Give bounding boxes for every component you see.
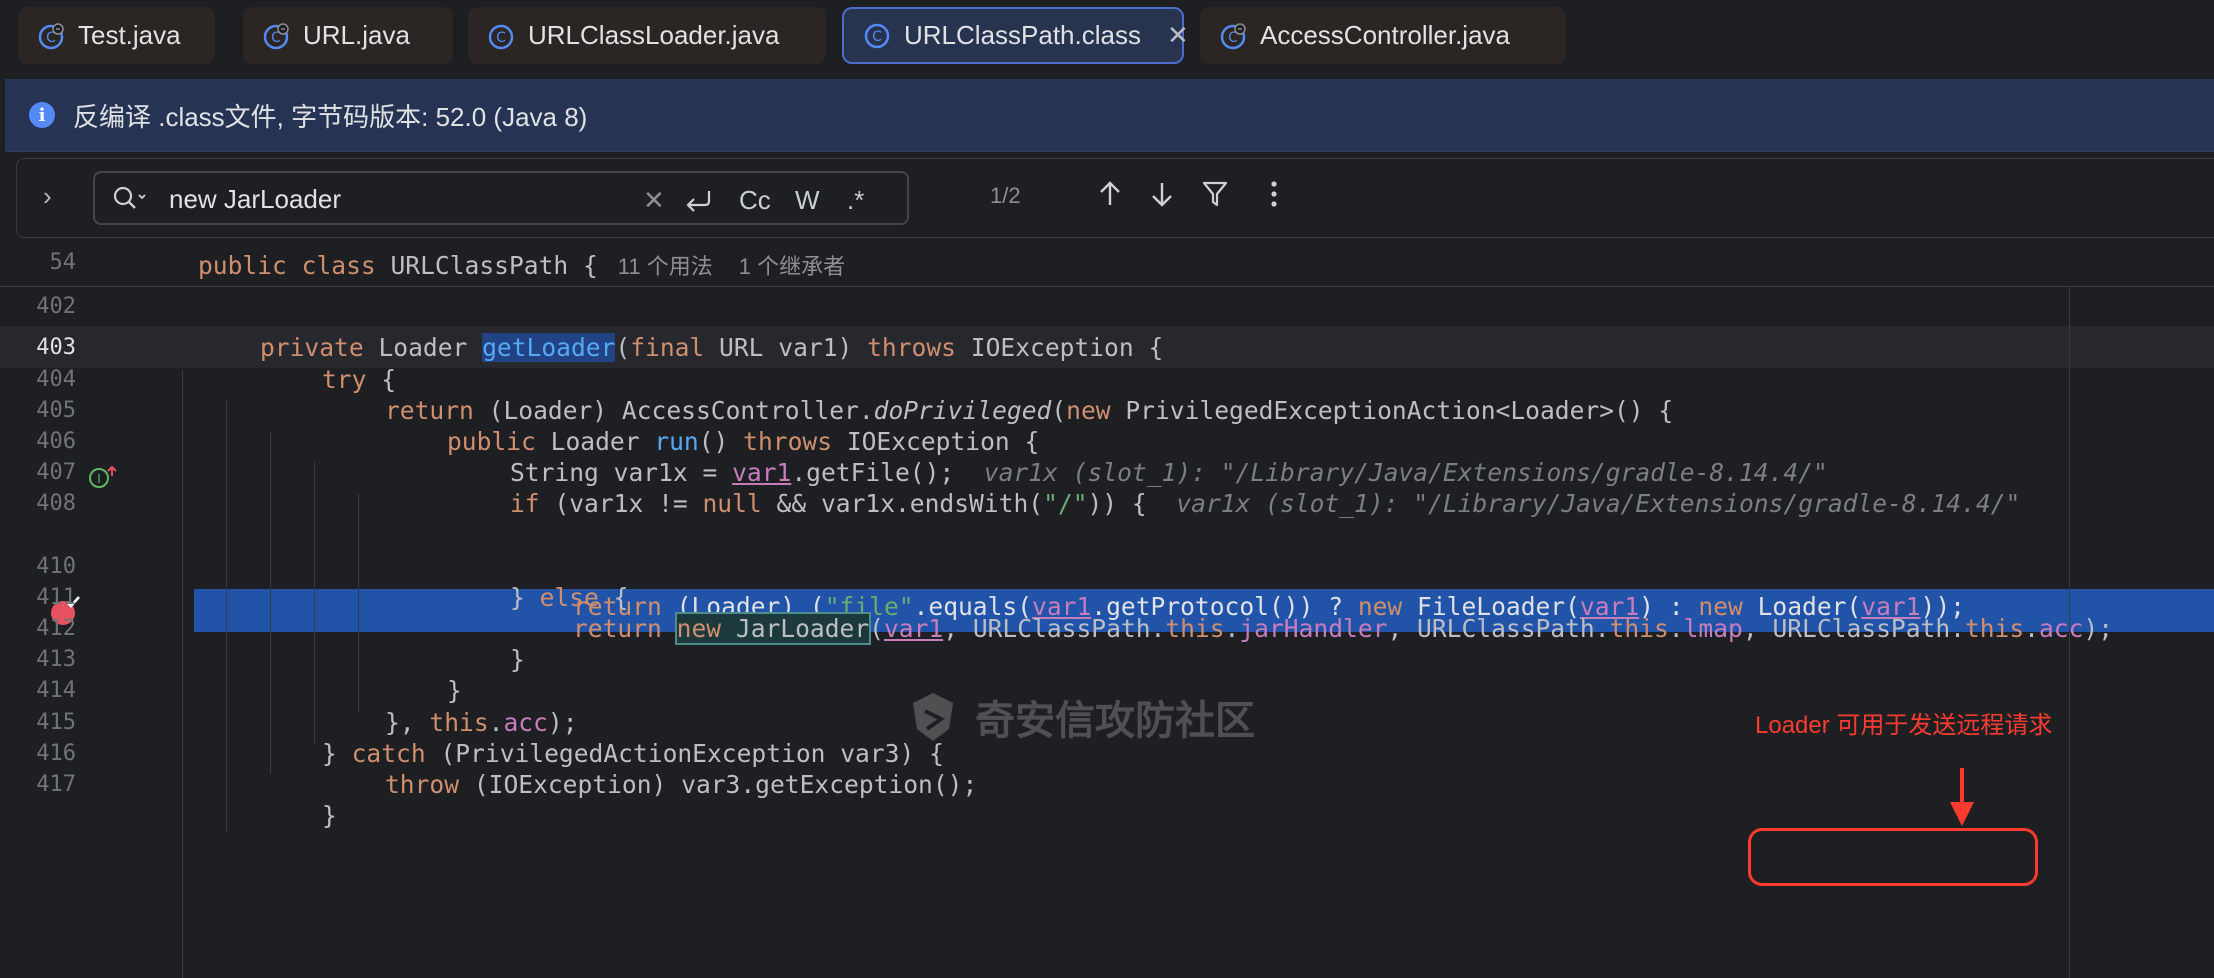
indent-guide [226,400,227,832]
code-line-415[interactable]: } catch (PrivilegedActionException var3)… [322,739,944,768]
svg-text:I: I [97,472,101,486]
indent-guide [182,370,183,978]
line-number: 415 [36,710,76,735]
inline-value-hint: var1x (slot_1): "/Library/Java/Extension… [983,458,1828,487]
line-number: 404 [36,367,76,392]
regex-button[interactable]: .* [847,185,864,216]
inheritors-hint[interactable]: 1 个继承者 [739,254,845,279]
search-history-icon[interactable] [111,184,151,214]
next-occurrence-icon[interactable] [1149,179,1175,209]
annotation-arrow-icon [1950,768,1974,826]
words-button[interactable]: W [795,185,820,216]
line-number: 406 [36,429,76,454]
watermark: 奇安信攻防社区 [905,688,1255,746]
code-line-414[interactable]: }, this.acc); [385,708,578,737]
line-number: 416 [36,741,76,766]
code-line-411[interactable]: return new JarLoader(var1, URLClassPath.… [573,612,2113,645]
indent-guide [270,432,271,774]
tab-accesscontroller-java[interactable]: C AccessController.java [1200,7,1566,64]
clear-search-icon[interactable]: ✕ [643,185,665,216]
more-options-icon[interactable] [1269,179,1279,209]
sticky-header-separator [0,286,2214,287]
class-file-icon: C [864,23,890,48]
tab-label: URLClassLoader.java [528,20,780,50]
sticky-class-header[interactable]: public class URLClassPath {11 个用法 1 个继承者 [198,249,845,281]
code-line-404[interactable]: try { [322,365,396,394]
java-class-icon: C [488,24,514,49]
line-number: 54 [49,250,77,275]
watermark-logo-icon [913,693,953,741]
svg-text:C: C [496,30,506,46]
previous-occurrence-icon[interactable] [1097,179,1123,209]
code-line-412[interactable]: } [510,645,525,674]
tab-urlclasspath-class[interactable]: C URLClassPath.class ✕ [842,7,1189,64]
code-editor[interactable]: 54 402 403 404 405 406 407 408 410 411 4… [0,240,2214,978]
banner-text: 反编译 .class文件, 字节码版本: 52.0 (Java 8) [73,101,588,132]
line-number: 417 [36,772,76,797]
indent-guide [314,462,315,744]
code-line-403[interactable]: private Loader getLoader(final URL var1)… [260,333,1163,362]
code-line-408[interactable]: if (var1x != null && var1x.endsWith("/")… [510,489,2020,518]
line-number-gutter[interactable]: 54 402 403 404 405 406 407 408 410 411 4… [0,240,138,978]
code-line-406[interactable]: public Loader run() throws IOException { [447,427,1039,456]
match-count: 1/2 [990,183,1021,208]
annotation-note: Loader 可用于发送远程请求 [1755,712,2053,739]
tab-test-java[interactable]: C Test.java [18,7,215,64]
java-class-icon: C [263,22,289,49]
implements-method-icon[interactable]: I [88,464,118,490]
annotation-highlight-box [1748,828,2038,886]
code-line-416[interactable]: throw (IOException) var3.getException(); [385,770,977,799]
tab-url-java[interactable]: C URL.java [243,7,453,64]
inline-value-hint: var1x (slot_1): "/Library/Java/Extension… [1176,489,2021,518]
find-bar: › ✕ Cc W .* 1/2 [16,158,2214,238]
search-field: ✕ Cc W .* [93,171,909,225]
new-line-icon[interactable] [683,187,715,213]
editor-tab-bar: C Test.java C URL.java C URLClassLoader.… [0,0,2214,77]
line-number: 414 [36,678,76,703]
code-line-413[interactable]: } [447,676,462,705]
line-number: 407 [36,460,76,485]
line-number: 412 [36,616,76,641]
line-number: 402 [36,294,76,319]
line-number: 405 [36,398,76,423]
code-line-417[interactable]: } [322,801,337,830]
tab-label: URL.java [303,20,410,50]
watermark-text: 奇安信攻防社区 [975,699,1255,743]
line-number: 413 [36,647,76,672]
tab-label: Test.java [78,20,181,50]
line-number: 408 [36,491,76,516]
tab-label: AccessController.java [1260,20,1510,50]
line-number: 411 [36,585,76,610]
java-class-icon: C [38,22,64,49]
expand-replace-icon[interactable]: › [43,181,52,212]
line-number: 403 [36,335,76,360]
info-icon: i [29,102,55,128]
code-line-407[interactable]: String var1x = var1.getFile(); var1x (sl… [510,458,1828,487]
tab-urlclassloader-java[interactable]: C URLClassLoader.java [468,7,826,64]
filter-icon[interactable] [1201,179,1229,209]
match-case-button[interactable]: Cc [739,185,771,216]
line-number: 410 [36,554,76,579]
indent-guide [358,494,359,712]
close-tab-icon[interactable]: ✕ [1167,20,1189,51]
decompiled-info-banner: i 反编译 .class文件, 字节码版本: 52.0 (Java 8) [5,79,2214,152]
code-line-405[interactable]: return (Loader) AccessController.doPrivi… [385,396,1673,425]
usages-hint[interactable]: 11 个用法 [618,254,713,279]
svg-text:C: C [872,29,882,45]
tab-label: URLClassPath.class [904,20,1141,50]
java-class-icon: C [1220,22,1246,49]
code-line-410[interactable]: } else { [510,583,628,612]
